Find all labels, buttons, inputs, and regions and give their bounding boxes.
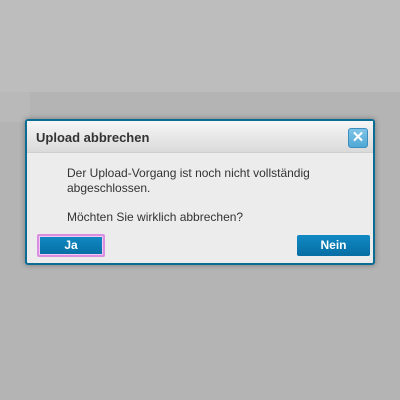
dialog-titlebar: Upload abbrechen ✕ — [27, 121, 373, 153]
dialog-message: Der Upload-Vorgang ist noch nicht vollst… — [67, 166, 357, 225]
yes-button[interactable]: Ja — [37, 234, 105, 257]
cancel-upload-dialog: Upload abbrechen ✕ Der Upload-Vorgang is… — [25, 119, 375, 265]
message-status: Der Upload-Vorgang ist noch nicht vollst… — [67, 166, 310, 195]
close-icon: ✕ — [351, 129, 365, 146]
backdrop-sidebar-edge — [0, 92, 30, 122]
dialog-title: Upload abbrechen — [36, 130, 150, 145]
close-button[interactable]: ✕ — [348, 128, 368, 148]
message-question: Möchten Sie wirklich abbrechen? — [67, 210, 244, 224]
backdrop-page-area — [0, 0, 400, 92]
no-button[interactable]: Nein — [297, 235, 370, 256]
